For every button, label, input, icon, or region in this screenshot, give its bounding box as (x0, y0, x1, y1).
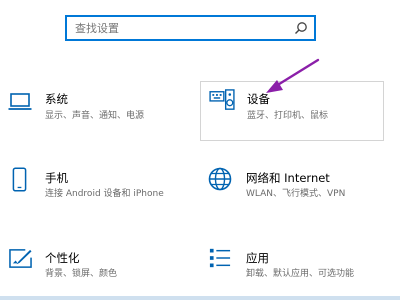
category-personalization[interactable]: 个性化 背景、锁屏、颜色 (5, 245, 190, 285)
category-title: 网络和 Internet (246, 171, 330, 185)
category-desc: 连接 Android 设备和 iPhone (45, 189, 164, 199)
category-system[interactable]: 系统 显示、声音、通知、电源 (5, 85, 190, 135)
category-title: 个性化 (45, 251, 80, 265)
category-phone[interactable]: 手机 连接 Android 设备和 iPhone (5, 165, 190, 205)
search-icon[interactable] (294, 21, 308, 35)
category-title: 应用 (246, 251, 269, 265)
keyboard-speaker-icon (209, 89, 235, 110)
search-box[interactable] (65, 15, 316, 41)
paint-icon (9, 249, 32, 268)
category-desc: 卸载、默认应用、可选功能 (246, 269, 355, 279)
search-input[interactable] (75, 19, 290, 37)
apps-list-icon (209, 248, 231, 268)
category-devices[interactable]: 设备 蓝牙、打印机、鼠标 (200, 81, 384, 141)
category-title: 设备 (247, 92, 270, 106)
phone-icon (12, 167, 27, 192)
category-desc: 蓝牙、打印机、鼠标 (247, 111, 329, 121)
category-title: 手机 (45, 171, 68, 185)
category-desc: 背景、锁屏、颜色 (45, 269, 118, 279)
laptop-icon (8, 93, 32, 110)
globe-icon (208, 167, 232, 191)
category-desc: WLAN、飞行模式、VPN (246, 189, 346, 199)
bottom-strip (0, 296, 400, 300)
category-desc: 显示、声音、通知、电源 (45, 111, 145, 121)
category-network[interactable]: 网络和 Internet WLAN、飞行模式、VPN (205, 165, 385, 205)
category-title: 系统 (45, 92, 68, 106)
category-apps[interactable]: 应用 卸载、默认应用、可选功能 (205, 245, 385, 285)
